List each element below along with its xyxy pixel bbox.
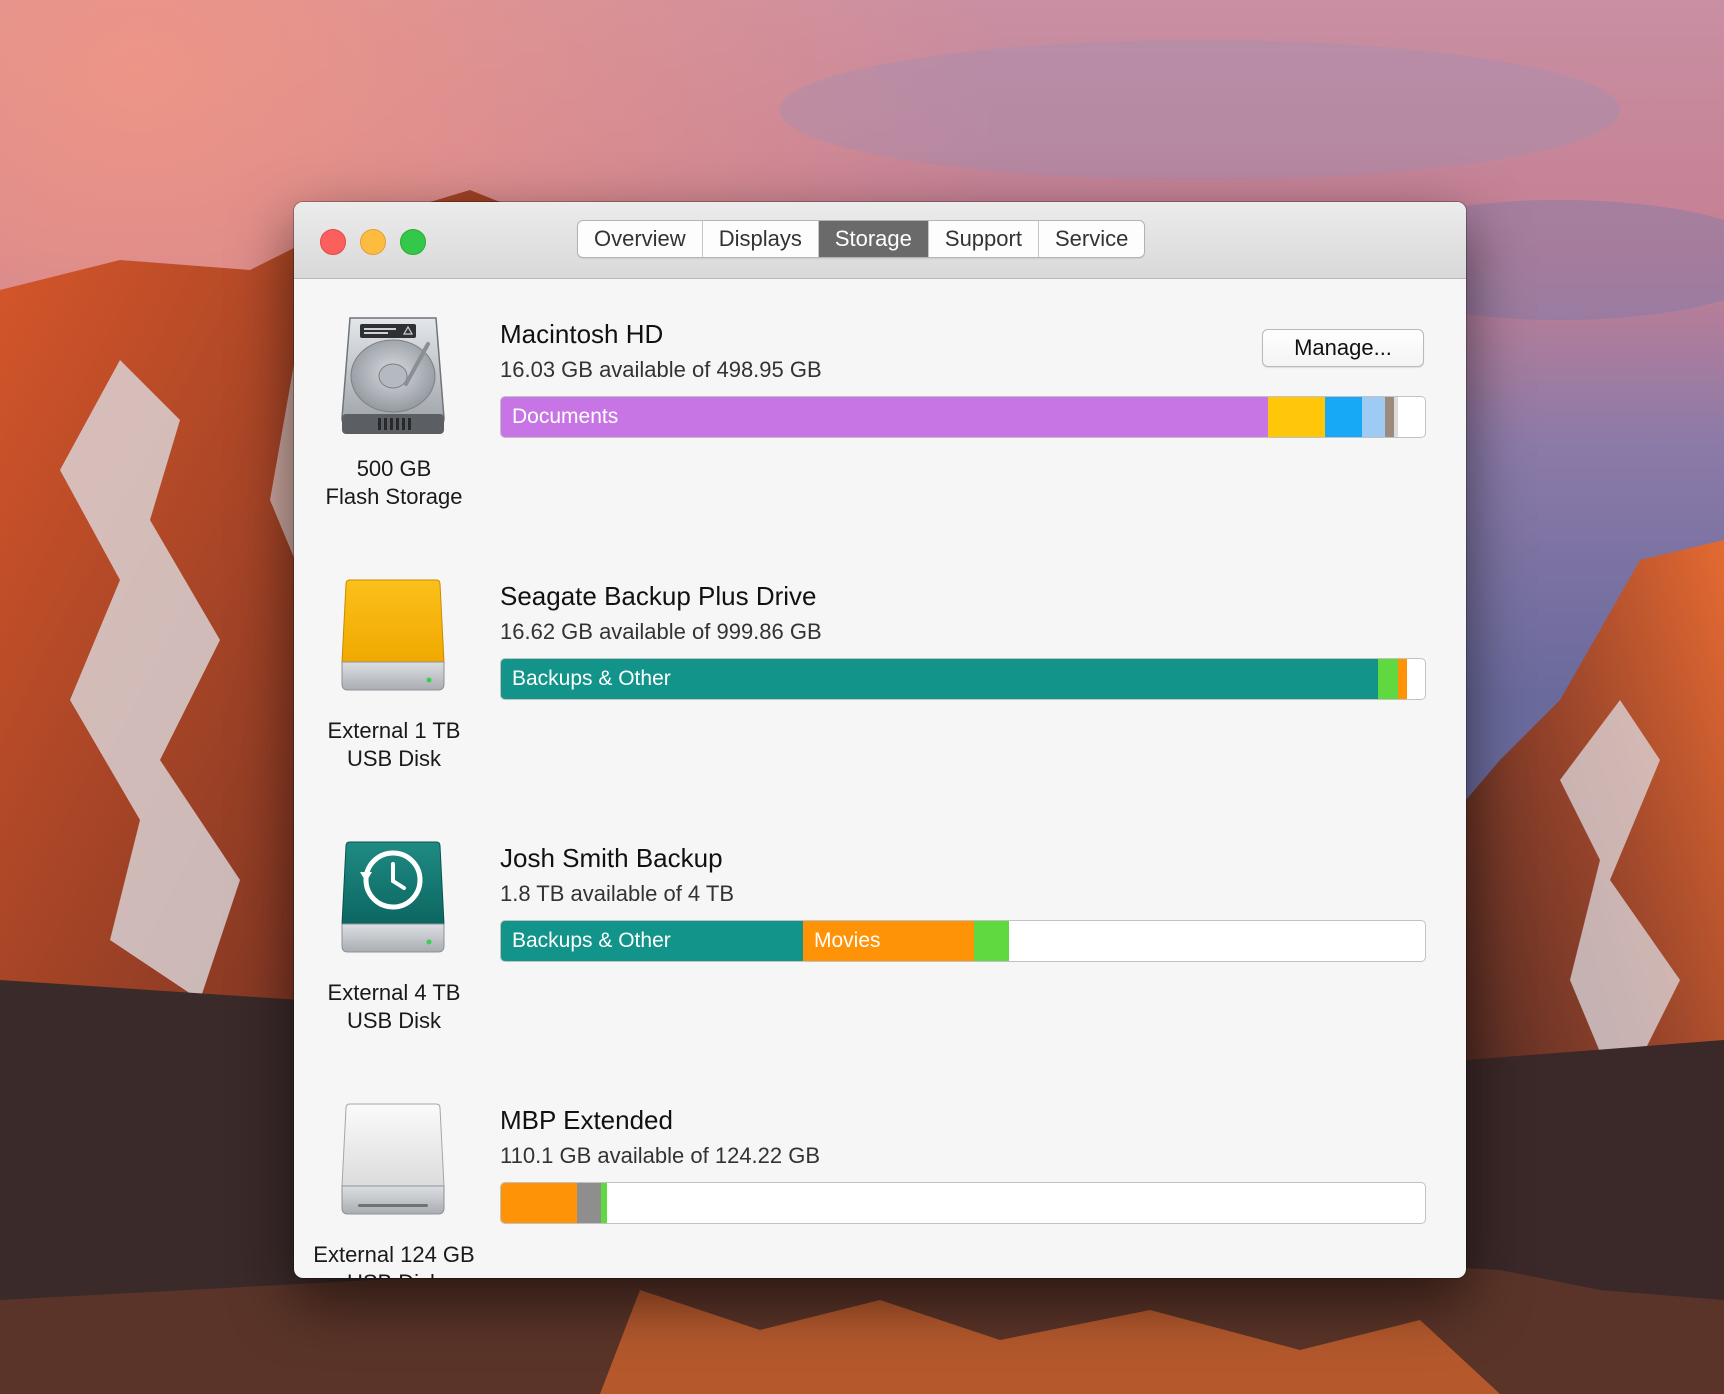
usage-segment-movies[interactable]: Movies bbox=[803, 921, 974, 961]
tab-bar: Overview Displays Storage Support Servic… bbox=[577, 220, 1146, 258]
disk-capacity-label: 500 GB bbox=[356, 456, 432, 481]
usage-segment[interactable] bbox=[1268, 397, 1325, 437]
usage-segment[interactable] bbox=[1362, 397, 1385, 437]
disk-name: Seagate Backup Plus Drive bbox=[500, 581, 817, 611]
usage-segment-backups-other[interactable]: Backups & Other bbox=[501, 659, 1378, 699]
disk-available-text: 16.03 GB available of 498.95 GB bbox=[500, 357, 822, 382]
tab-displays[interactable]: Displays bbox=[703, 221, 819, 257]
usage-segment[interactable] bbox=[1378, 659, 1398, 699]
disk-name: Josh Smith Backup bbox=[500, 843, 723, 873]
usage-segment[interactable] bbox=[1325, 397, 1362, 437]
storage-usage-bar bbox=[500, 1182, 1426, 1224]
disk-caption: External 124 GB USB Disk bbox=[294, 1241, 494, 1278]
usage-segment[interactable] bbox=[1385, 397, 1394, 437]
disk-type-label: USB Disk bbox=[294, 1269, 494, 1278]
tab-service[interactable]: Service bbox=[1039, 221, 1144, 257]
disk-caption: 500 GB Flash Storage bbox=[294, 455, 494, 511]
usage-segment[interactable] bbox=[577, 1183, 601, 1223]
disk-type-label: Flash Storage bbox=[325, 484, 463, 509]
disk-type-label: USB Disk bbox=[346, 746, 442, 771]
title-bar: Overview Displays Storage Support Servic… bbox=[294, 202, 1466, 279]
time-machine-drive-icon bbox=[341, 841, 445, 953]
storage-list: 500 GB Flash Storage Macintosh HD 16.03 … bbox=[294, 279, 1466, 1278]
usage-segment-documents[interactable]: Documents bbox=[501, 397, 1268, 437]
external-white-drive-icon bbox=[341, 1103, 445, 1215]
disk-caption: External 1 TB USB Disk bbox=[294, 717, 494, 773]
minimize-window-button[interactable] bbox=[360, 229, 386, 255]
tab-overview[interactable]: Overview bbox=[578, 221, 703, 257]
storage-usage-bar: Documents bbox=[500, 396, 1426, 438]
usage-segment[interactable] bbox=[501, 1183, 577, 1223]
zoom-window-button[interactable] bbox=[400, 229, 426, 255]
disk-josh-smith-backup: External 4 TB USB Disk Josh Smith Backup… bbox=[294, 803, 1466, 1065]
usage-segment[interactable] bbox=[1398, 659, 1407, 699]
disk-mbp-extended: External 124 GB USB Disk MBP Extended 11… bbox=[294, 1065, 1466, 1278]
storage-usage-bar: Backups & Other bbox=[500, 658, 1426, 700]
disk-type-label: USB Disk bbox=[346, 1008, 442, 1033]
usage-segment-backups-other[interactable]: Backups & Other bbox=[501, 921, 803, 961]
storage-usage-bar: Backups & Other Movies bbox=[500, 920, 1426, 962]
disk-name: Macintosh HD bbox=[500, 319, 664, 349]
tab-storage[interactable]: Storage bbox=[818, 221, 929, 257]
about-this-mac-window: Overview Displays Storage Support Servic… bbox=[294, 202, 1466, 1278]
disk-available-text: 110.1 GB available of 124.22 GB bbox=[500, 1143, 821, 1168]
disk-capacity-label: External 124 GB bbox=[313, 1242, 475, 1267]
disk-caption: External 4 TB USB Disk bbox=[294, 979, 494, 1035]
tab-support[interactable]: Support bbox=[929, 221, 1039, 257]
usage-segment[interactable] bbox=[974, 921, 1009, 961]
disk-macintosh-hd: 500 GB Flash Storage Macintosh HD 16.03 … bbox=[294, 279, 1466, 541]
disk-seagate-backup-plus: External 1 TB USB Disk Seagate Backup Pl… bbox=[294, 541, 1466, 803]
disk-available-text: 16.62 GB available of 999.86 GB bbox=[500, 619, 822, 644]
disk-capacity-label: External 1 TB bbox=[327, 718, 461, 743]
manage-button[interactable]: Manage... bbox=[1262, 329, 1424, 367]
close-window-button[interactable] bbox=[320, 229, 346, 255]
usage-segment[interactable] bbox=[1394, 397, 1398, 437]
disk-available-text: 1.8 TB available of 4 TB bbox=[500, 881, 734, 906]
disk-capacity-label: External 4 TB bbox=[327, 980, 461, 1005]
disk-name: MBP Extended bbox=[500, 1105, 673, 1135]
internal-hard-drive-icon bbox=[341, 317, 445, 434]
external-yellow-drive-icon bbox=[341, 579, 445, 691]
usage-segment[interactable] bbox=[601, 1183, 607, 1223]
